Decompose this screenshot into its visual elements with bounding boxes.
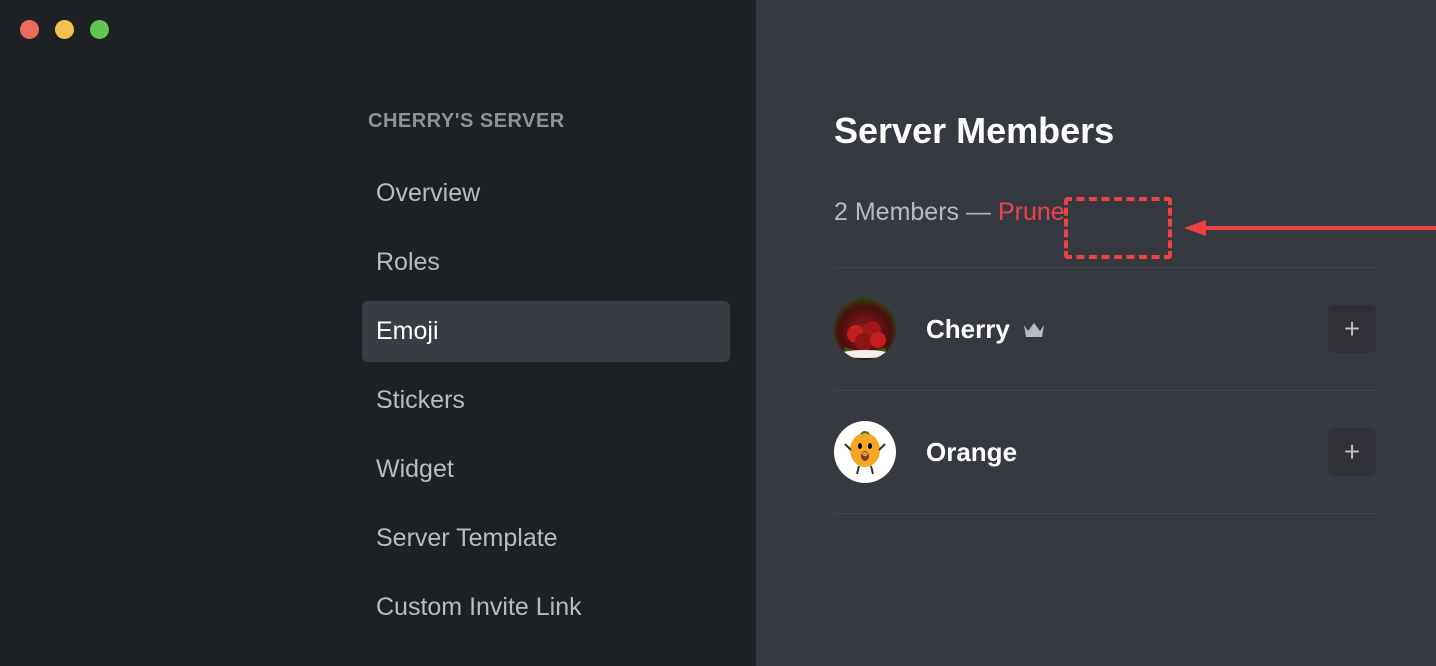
prune-link[interactable]: Prune <box>998 198 1065 226</box>
member-count-row: 2 Members — Prune <box>834 198 1376 227</box>
sidebar-item-widget[interactable]: Widget <box>362 439 730 500</box>
sidebar-item-emoji[interactable]: Emoji <box>362 301 730 362</box>
add-role-button[interactable]: + <box>1328 428 1376 476</box>
sidebar-item-custom-invite-link[interactable]: Custom Invite Link <box>362 577 730 638</box>
add-role-button[interactable]: + <box>1328 305 1376 353</box>
plus-icon: + <box>1344 438 1360 466</box>
avatar <box>834 421 896 483</box>
sidebar-item-server-template[interactable]: Server Template <box>362 508 730 569</box>
member-row[interactable]: Orange + <box>834 391 1376 514</box>
nav-section: CHERRY'S SERVER Overview Roles Emoji Sticke… <box>362 110 730 646</box>
nav-header: CHERRY'S SERVER <box>362 110 730 133</box>
main-panel: Server Members 2 Members — Prune Cherry +… <box>756 0 1436 666</box>
page-title: Server Members <box>834 110 1376 152</box>
crown-icon <box>1022 319 1046 339</box>
member-count-text: 2 Members — <box>834 198 998 226</box>
member-row[interactable]: Cherry + <box>834 268 1376 391</box>
sidebar-item-roles[interactable]: Roles <box>362 232 730 293</box>
plus-icon: + <box>1344 315 1360 343</box>
window-traffic-lights <box>20 20 109 39</box>
window-maximize-icon[interactable] <box>90 20 109 39</box>
sidebar-item-stickers[interactable]: Stickers <box>362 370 730 431</box>
settings-sidebar: CHERRY'S SERVER Overview Roles Emoji Sticke… <box>0 0 756 666</box>
window-minimize-icon[interactable] <box>55 20 74 39</box>
member-name: Orange <box>926 437 1017 468</box>
sidebar-item-overview[interactable]: Overview <box>362 163 730 224</box>
avatar <box>834 298 896 360</box>
window-close-icon[interactable] <box>20 20 39 39</box>
member-name: Cherry <box>926 314 1010 345</box>
